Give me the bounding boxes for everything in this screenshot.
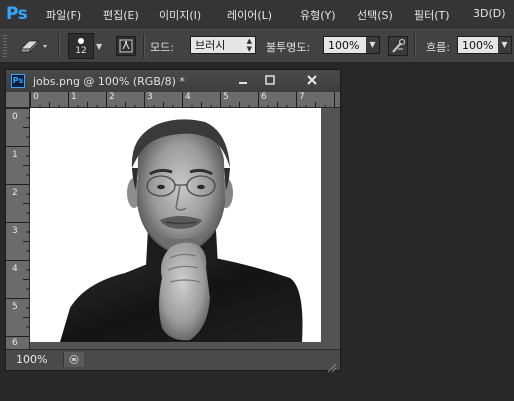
chevron-down-icon[interactable]: ▼: [96, 42, 102, 51]
ruler-label: 0: [33, 92, 39, 102]
brush-preset-picker[interactable]: 12: [68, 33, 94, 59]
flow-field[interactable]: 100% ▼: [457, 36, 512, 54]
flow-value: 100%: [462, 39, 494, 52]
vertical-ruler[interactable]: 0 1 2 3 4 5 6: [6, 108, 30, 349]
minimize-icon: [239, 82, 247, 84]
ruler-label: 6: [261, 92, 267, 102]
ruler-label: 4: [12, 264, 18, 274]
opacity-label: 불투명도:: [266, 41, 311, 54]
resize-grip[interactable]: [327, 358, 337, 373]
ruler-label: 6: [12, 338, 18, 348]
separator: [143, 34, 145, 58]
ruler-label: 7: [299, 92, 305, 102]
menu-filter[interactable]: 필터(T): [414, 7, 450, 23]
app-logo: Ps: [6, 4, 28, 24]
menu-3d[interactable]: 3D(D): [473, 7, 506, 20]
ruler-label: 2: [12, 188, 18, 198]
brush-size-value: 12: [75, 46, 87, 56]
resize-grip-icon: [327, 363, 337, 373]
ruler-label: 3: [147, 92, 153, 102]
brush-panel-icon: [119, 39, 133, 53]
ruler-label: 2: [109, 92, 115, 102]
ruler-label: 5: [12, 302, 18, 312]
menu-edit[interactable]: 편집(E): [103, 7, 139, 23]
document-status-bar: 100%: [6, 349, 340, 373]
separator: [414, 34, 416, 58]
chevron-down-icon[interactable]: ▼: [366, 37, 379, 53]
airbrush-toggle[interactable]: [388, 36, 408, 56]
menu-image[interactable]: 이미지(I): [159, 7, 201, 23]
mode-select[interactable]: 브러시 ▲ ▼: [190, 36, 256, 54]
up-down-arrows-icon: ▲ ▼: [246, 37, 252, 53]
ruler-label: 5: [223, 92, 229, 102]
mode-label: 모드:: [150, 41, 174, 54]
ruler-label: 1: [12, 150, 18, 160]
document-title-bar[interactable]: Ps jobs.png @ 100% (RGB/8) *: [6, 70, 340, 92]
ruler-label: 4: [185, 92, 191, 102]
airbrush-icon: [392, 39, 405, 53]
mode-select-value: 브러시: [195, 39, 226, 52]
minimize-button[interactable]: [231, 72, 255, 88]
maximize-icon: [265, 75, 275, 85]
menu-layer[interactable]: 레이어(L): [227, 7, 272, 23]
menu-type[interactable]: 유형(Y): [300, 7, 336, 23]
document-info-icon: [69, 355, 79, 364]
horizontal-ruler[interactable]: 0 1 2 3 4 5 6 7: [30, 92, 340, 108]
options-bar: 12 ▼ 모드: 브러시 ▲ ▼ 불투명도: 100% ▼ 흐름: 100% ▼: [0, 29, 514, 63]
brush-panel-toggle[interactable]: [116, 36, 136, 56]
document-title: jobs.png @ 100% (RGB/8) *: [33, 75, 185, 88]
zoom-level-field[interactable]: 100%: [16, 353, 47, 366]
menu-bar: Ps 파일(F) 편집(E) 이미지(I) 레이어(L) 유형(Y) 선택(S)…: [0, 0, 514, 29]
document-window: Ps jobs.png @ 100% (RGB/8) * 0 1 2 3 4 5…: [5, 69, 341, 373]
opacity-value: 100%: [328, 39, 360, 52]
chevron-down-icon[interactable]: ▼: [498, 37, 511, 53]
ruler-label: 3: [12, 226, 18, 236]
close-icon: [307, 75, 317, 85]
ruler-label: 0: [12, 112, 18, 122]
eraser-icon: [20, 40, 47, 53]
ruler-label: 1: [71, 92, 77, 102]
close-button[interactable]: [290, 72, 334, 88]
ruler-origin[interactable]: [6, 92, 30, 108]
portrait-photo: [60, 119, 303, 342]
maximize-button[interactable]: [258, 72, 282, 88]
separator: [58, 34, 60, 58]
flow-label: 흐름:: [426, 41, 450, 54]
menu-select[interactable]: 선택(S): [357, 7, 393, 23]
menu-file[interactable]: 파일(F): [46, 7, 81, 23]
image-canvas[interactable]: [30, 108, 321, 342]
tool-preset-picker[interactable]: [18, 37, 48, 55]
doc-info-button[interactable]: [63, 352, 84, 367]
photoshop-doc-icon: Ps: [11, 74, 25, 88]
canvas-area[interactable]: [30, 108, 340, 349]
opacity-field[interactable]: 100% ▼: [323, 36, 380, 54]
options-bar-grip[interactable]: [3, 35, 7, 57]
